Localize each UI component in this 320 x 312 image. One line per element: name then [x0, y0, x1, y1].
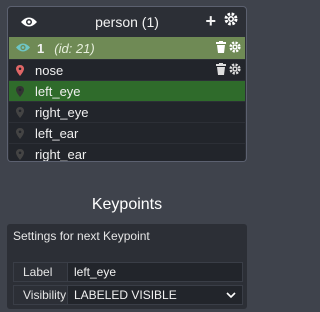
trash-icon[interactable] [216, 40, 226, 56]
label-input[interactable]: left_eye [68, 263, 242, 281]
map-pin-icon [15, 148, 25, 160]
keypoint-row[interactable]: right_ear [9, 144, 245, 162]
plus-icon[interactable]: + [205, 12, 216, 30]
keypoint-label: left_eye [35, 83, 81, 99]
map-pin-icon [15, 64, 25, 76]
gear-icon[interactable] [229, 40, 241, 56]
instance-row[interactable]: 1 (id: 21) [9, 37, 245, 59]
label-field-label: Label [14, 263, 68, 281]
map-pin-icon [15, 106, 25, 118]
keypoint-label: right_ear [35, 146, 87, 162]
object-panel: person (1) + 1 (id: 21) nose left_eyerigh… [7, 6, 247, 162]
visibility-select[interactable]: LABELED VISIBLE [68, 286, 242, 304]
keypoint-label: nose [35, 62, 64, 78]
gear-icon[interactable] [229, 62, 241, 78]
trash-icon[interactable] [216, 62, 226, 78]
keypoint-settings: Settings for next Keypoint Label left_ey… [7, 224, 247, 309]
keypoint-label: left_ear [35, 125, 79, 141]
gear-icon[interactable] [224, 12, 238, 29]
visibility-field[interactable]: Visibility LABELED VISIBLE [13, 285, 243, 305]
object-header: person (1) + [8, 7, 246, 37]
label-field[interactable]: Label left_eye [13, 262, 243, 282]
section-title: Keypoints [91, 196, 163, 213]
visibility-value: LABELED VISIBLE [74, 288, 177, 302]
keypoint-row[interactable]: right_eye [9, 102, 245, 122]
chevron-down-icon [226, 288, 236, 302]
map-pin-icon [15, 85, 25, 97]
eye-icon[interactable] [15, 41, 31, 56]
instance-id: (id: 21) [54, 40, 95, 56]
keypoint-label: right_eye [35, 104, 89, 120]
keypoint-row[interactable]: left_eye [9, 81, 245, 101]
keypoint-list: nose left_eye right_eye left_ear right_ear [9, 60, 245, 162]
map-pin-icon [15, 127, 25, 139]
keypoint-row[interactable]: nose [9, 60, 245, 80]
instance-number: 1 [37, 40, 45, 56]
visibility-field-label: Visibility [14, 286, 68, 304]
keypoint-row[interactable]: left_ear [9, 123, 245, 143]
settings-subtitle: Settings for next Keypoint [13, 229, 150, 243]
